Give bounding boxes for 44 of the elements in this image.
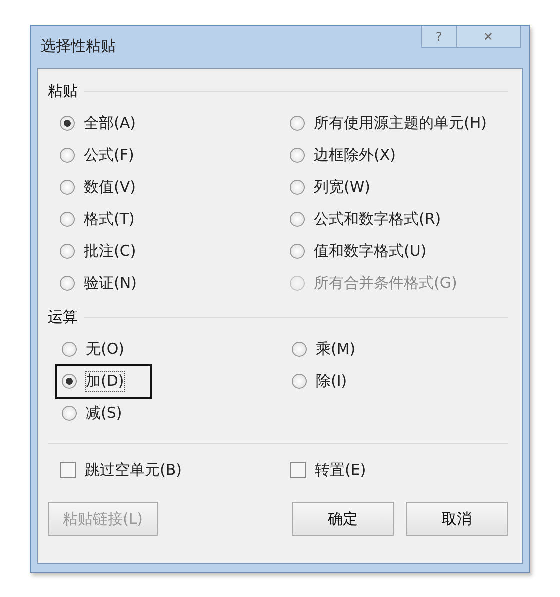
section-heading: 运算 bbox=[48, 308, 78, 326]
radio-button[interactable] bbox=[290, 212, 305, 226]
radio-button[interactable] bbox=[62, 406, 77, 420]
dialog-button[interactable]: 取消 bbox=[406, 502, 508, 536]
option-label: 格式(T) bbox=[84, 210, 135, 228]
radio-button[interactable] bbox=[292, 342, 307, 356]
option-label: 验证(N) bbox=[84, 274, 137, 292]
radio-button[interactable] bbox=[60, 116, 75, 130]
dialog-button[interactable]: 确定 bbox=[292, 502, 394, 536]
section-heading: 粘贴 bbox=[48, 82, 78, 100]
checkbox-label: 跳过空单元(B) bbox=[85, 460, 182, 480]
option-label: 边框除外(X) bbox=[314, 146, 396, 164]
radio-button[interactable] bbox=[62, 342, 77, 356]
radio-button[interactable] bbox=[60, 180, 75, 194]
checkbox[interactable] bbox=[290, 462, 306, 478]
option-label: 全部(A) bbox=[84, 114, 136, 132]
radio-button[interactable] bbox=[60, 244, 75, 258]
option-label: 加(D) bbox=[86, 372, 124, 390]
option-label: 列宽(W) bbox=[314, 178, 371, 196]
radio-button[interactable] bbox=[290, 148, 305, 162]
option-label: 除(I) bbox=[316, 372, 348, 390]
radio-button[interactable] bbox=[290, 244, 305, 258]
option-label: 值和数字格式(U) bbox=[314, 242, 427, 260]
option-label: 所有合并条件格式(G) bbox=[314, 274, 458, 292]
help-button[interactable]: ? bbox=[421, 26, 457, 48]
radio-button[interactable] bbox=[60, 276, 75, 290]
radio-button[interactable] bbox=[60, 212, 75, 226]
option-label: 减(S) bbox=[86, 404, 122, 422]
option-label: 无(O) bbox=[86, 340, 125, 358]
option-label: 数值(V) bbox=[84, 178, 136, 196]
radio-button[interactable] bbox=[290, 116, 305, 130]
option-label: 乘(M) bbox=[316, 340, 356, 358]
option-label: 所有使用源主题的单元(H) bbox=[314, 114, 487, 132]
checkbox-label: 转置(E) bbox=[315, 460, 366, 480]
window-title: 选择性粘贴 bbox=[41, 37, 116, 56]
radio-button[interactable] bbox=[60, 148, 75, 162]
radio-button[interactable] bbox=[290, 180, 305, 194]
close-button[interactable]: ✕ bbox=[457, 26, 521, 48]
option-label: 公式和数字格式(R) bbox=[314, 210, 442, 228]
radio-button[interactable] bbox=[292, 374, 307, 388]
checkbox[interactable] bbox=[60, 462, 76, 478]
radio-button[interactable] bbox=[62, 374, 77, 388]
option-label: 批注(C) bbox=[84, 242, 136, 260]
option-label: 公式(F) bbox=[84, 146, 134, 164]
